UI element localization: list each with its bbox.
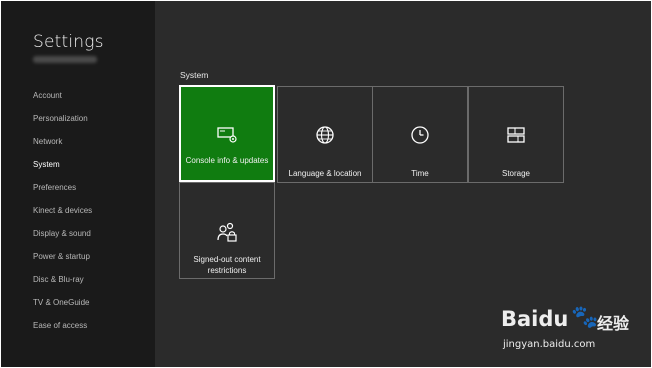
tile-signed-out-content-restrictions[interactable]: Signed-out content restrictions	[179, 182, 275, 279]
page-title: Settings	[33, 32, 104, 52]
tile-language-location[interactable]: Language & location	[277, 86, 373, 183]
tile-label: Console info & updates	[185, 156, 269, 165]
tile-label: Language & location	[288, 169, 362, 178]
settings-window: Settings Account Personalization Network…	[1, 1, 651, 367]
globe-icon	[278, 125, 372, 150]
sidebar-item-account[interactable]: Account	[33, 89, 92, 112]
section-title: System	[180, 70, 209, 80]
sidebar-item-personalization[interactable]: Personalization	[33, 112, 92, 135]
tile-console-info-updates[interactable]: Console info & updates	[179, 85, 275, 182]
tile-label: Signed-out content restrictions	[193, 255, 261, 275]
sidebar-item-system[interactable]: System	[33, 158, 92, 181]
tile-time[interactable]: Time	[372, 86, 468, 183]
blurred-gamertag	[33, 56, 97, 63]
paw-icon: 🐾	[571, 305, 599, 330]
storage-icon	[469, 125, 563, 150]
baidu-watermark: Baidu 🐾 经验 jingyan.baidu.com	[501, 297, 641, 357]
tile-label: Time	[411, 169, 429, 178]
sidebar-item-display-sound[interactable]: Display & sound	[33, 227, 92, 250]
watermark-suffix: 经验	[597, 314, 630, 333]
clock-icon	[373, 125, 467, 150]
sidebar-item-network[interactable]: Network	[33, 135, 92, 158]
watermark-url: jingyan.baidu.com	[503, 339, 596, 350]
family-lock-icon	[180, 221, 274, 248]
sidebar-item-tv-oneguide[interactable]: TV & OneGuide	[33, 296, 92, 319]
sidebar-item-disc-bluray[interactable]: Disc & Blu-ray	[33, 273, 92, 296]
sidebar-item-power-startup[interactable]: Power & startup	[33, 250, 92, 273]
sidebar: Settings Account Personalization Network…	[1, 1, 155, 367]
sidebar-item-kinect-devices[interactable]: Kinect & devices	[33, 204, 92, 227]
sidebar-nav: Account Personalization Network System P…	[33, 89, 92, 342]
sidebar-item-ease-of-access[interactable]: Ease of access	[33, 319, 92, 342]
tile-label: Storage	[501, 169, 531, 178]
sidebar-item-preferences[interactable]: Preferences	[33, 181, 92, 204]
tile-storage[interactable]: Storage	[468, 86, 564, 183]
console-icon	[181, 126, 273, 149]
watermark-brand: Baidu	[501, 307, 569, 331]
